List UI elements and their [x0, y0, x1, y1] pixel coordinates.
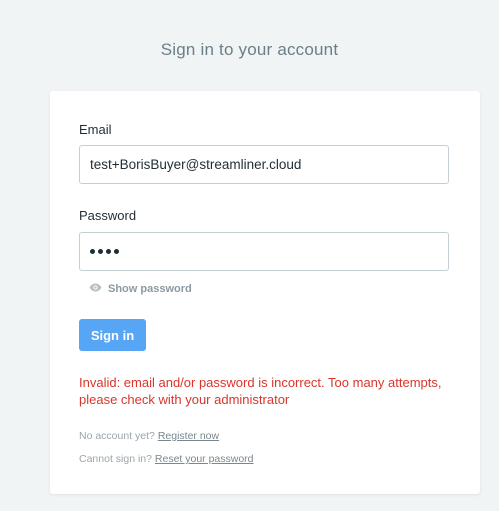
- password-label: Password: [79, 208, 137, 223]
- no-account-text: No account yet?: [79, 430, 155, 442]
- email-field[interactable]: [79, 145, 449, 184]
- register-link[interactable]: Register now: [158, 430, 219, 442]
- login-card: Email Password Show password Sign in Inv…: [50, 91, 480, 494]
- error-message: Invalid: email and/or password is incorr…: [79, 375, 442, 407]
- register-line: No account yet? Register now: [79, 430, 219, 442]
- page-title: Sign in to your account: [160, 40, 339, 59]
- password-mask-dot: [90, 249, 95, 254]
- password-field[interactable]: [79, 232, 449, 271]
- sign-in-button[interactable]: Sign in: [79, 319, 146, 351]
- reset-password-link[interactable]: Reset your password: [155, 453, 254, 465]
- cannot-sign-in-text: Cannot sign in?: [79, 453, 152, 465]
- password-mask-dot: [106, 249, 111, 254]
- password-mask-dot: [98, 249, 103, 254]
- eye-icon: [89, 283, 102, 295]
- password-mask-dot: [114, 249, 119, 254]
- login-page: Sign in to your account Email Password S…: [0, 0, 499, 511]
- show-password-toggle[interactable]: Show password: [89, 283, 192, 295]
- email-label: Email: [79, 122, 112, 137]
- reset-line: Cannot sign in? Reset your password: [79, 453, 254, 465]
- show-password-label: Show password: [108, 283, 192, 295]
